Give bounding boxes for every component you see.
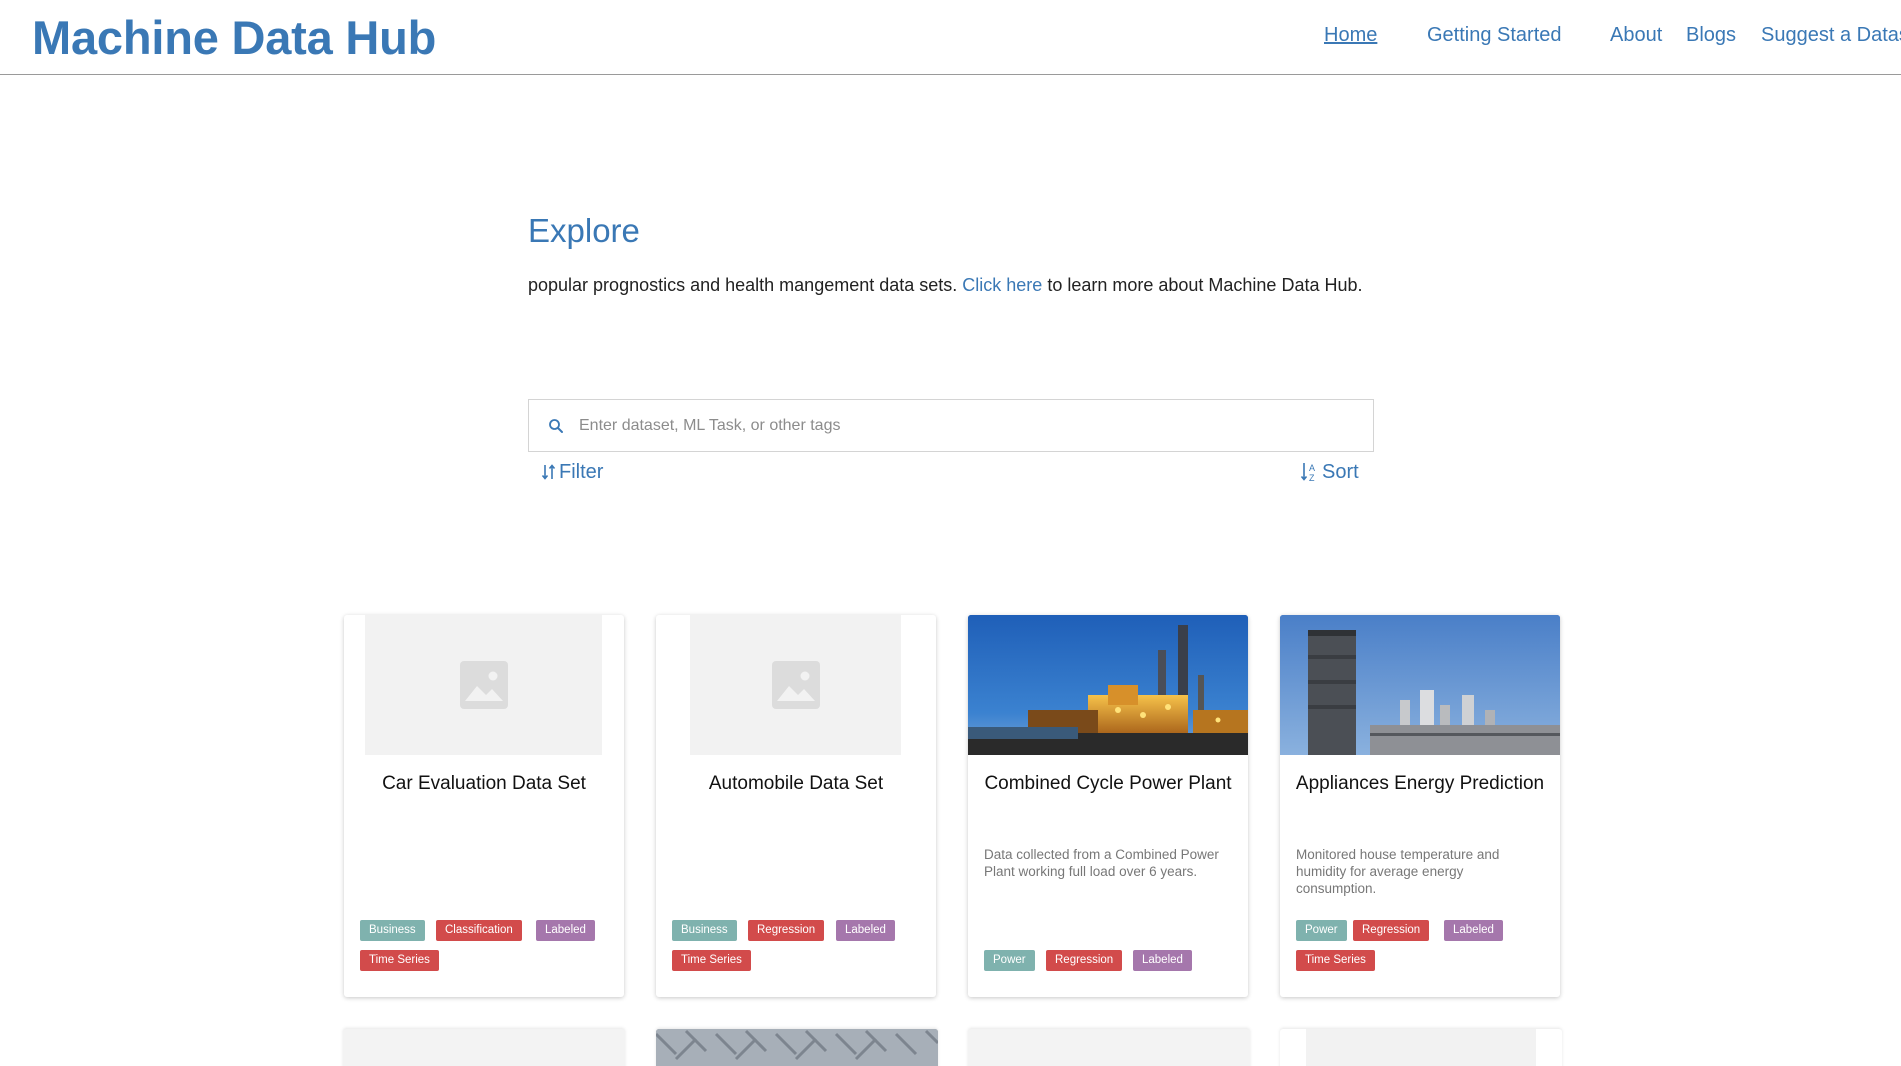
placeholder-image-icon: [459, 661, 508, 709]
dataset-card-partial[interactable]: [656, 1029, 938, 1066]
nav-getting-started[interactable]: Getting Started: [1427, 24, 1562, 47]
card-description: Data collected from a Combined Power Pla…: [984, 847, 1219, 879]
top-navbar: Machine Data Hub Home Getting Started Ab…: [0, 0, 1901, 75]
sort-alpha-icon: A Z: [1300, 463, 1315, 483]
nav-blogs[interactable]: Blogs: [1686, 24, 1736, 47]
card-image: [365, 615, 602, 755]
industrial-chimney-photo: [1280, 615, 1560, 755]
sort-label: Sort: [1322, 460, 1359, 483]
tag-chip[interactable]: Time Series: [1296, 950, 1375, 971]
search-input[interactable]: [579, 412, 1339, 440]
tag-chip[interactable]: Labeled: [1133, 950, 1192, 971]
tag-chip[interactable]: Business: [360, 920, 425, 941]
card-image: [1280, 615, 1560, 755]
placeholder-image-icon: [771, 661, 820, 709]
tag-chip[interactable]: Business: [672, 920, 737, 941]
tag-chip[interactable]: Regression: [1046, 950, 1123, 971]
explore-desc-text: popular prognostics and health mangement…: [528, 275, 963, 295]
explore-desc-text-end: to learn more about Machine Data Hub.: [1042, 275, 1363, 295]
dataset-card-partial[interactable]: [1280, 1029, 1562, 1066]
sort-button[interactable]: A Z Sort: [1300, 458, 1359, 486]
tag-chip[interactable]: Regression: [748, 920, 825, 941]
tag-chip[interactable]: Power: [984, 950, 1035, 971]
card-image: [690, 615, 901, 755]
site-logo-text[interactable]: Machine Data Hub: [32, 10, 436, 65]
filter-button[interactable]: Filter: [541, 458, 603, 486]
nav-home[interactable]: Home: [1324, 24, 1377, 47]
tag-chip[interactable]: Power: [1296, 920, 1347, 941]
tag-chip[interactable]: Time Series: [672, 950, 751, 971]
tag-chip[interactable]: Labeled: [1444, 920, 1503, 941]
dataset-card[interactable]: Appliances Energy Prediction Monitored h…: [1280, 615, 1560, 997]
card-title[interactable]: Automobile Data Set: [668, 769, 924, 799]
nav-suggest-dataset[interactable]: Suggest a Dataset: [1761, 24, 1901, 47]
dataset-card[interactable]: Car Evaluation Data Set Business Classif…: [344, 615, 624, 997]
dataset-card[interactable]: Automobile Data Set Business Regression …: [656, 615, 936, 997]
power-plant-night-photo: [968, 615, 1248, 755]
dataset-card-partial[interactable]: [343, 1029, 625, 1066]
card-image: [968, 615, 1248, 755]
dataset-card[interactable]: Combined Cycle Power Plant Data collecte…: [968, 615, 1248, 997]
card-title[interactable]: Appliances Energy Prediction: [1292, 769, 1548, 799]
tag-chip[interactable]: Regression: [1353, 920, 1430, 941]
search-box: [528, 399, 1374, 452]
tag-chip[interactable]: Labeled: [536, 920, 595, 941]
tag-chip[interactable]: Classification: [436, 920, 522, 941]
card-title[interactable]: Car Evaluation Data Set: [356, 769, 612, 799]
card-image: [1306, 1029, 1536, 1066]
metal-plate-photo: [656, 1029, 938, 1066]
card-description: Monitored house temperature and humidity…: [1296, 847, 1500, 896]
tag-chip[interactable]: Time Series: [360, 950, 439, 971]
swap-vertical-icon: [541, 464, 556, 480]
click-here-link[interactable]: Click here: [962, 275, 1042, 295]
explore-heading: Explore: [528, 212, 640, 249]
filter-label: Filter: [559, 460, 604, 483]
search-icon: [549, 419, 563, 433]
nav-about[interactable]: About: [1610, 24, 1662, 47]
dataset-card-partial[interactable]: [968, 1029, 1250, 1066]
card-title[interactable]: Combined Cycle Power Plant: [980, 769, 1236, 799]
tag-chip[interactable]: Labeled: [836, 920, 895, 941]
svg-text:Z: Z: [1309, 473, 1315, 483]
svg-text:A: A: [1309, 463, 1315, 473]
explore-description: popular prognostics and health mangement…: [528, 275, 1363, 296]
